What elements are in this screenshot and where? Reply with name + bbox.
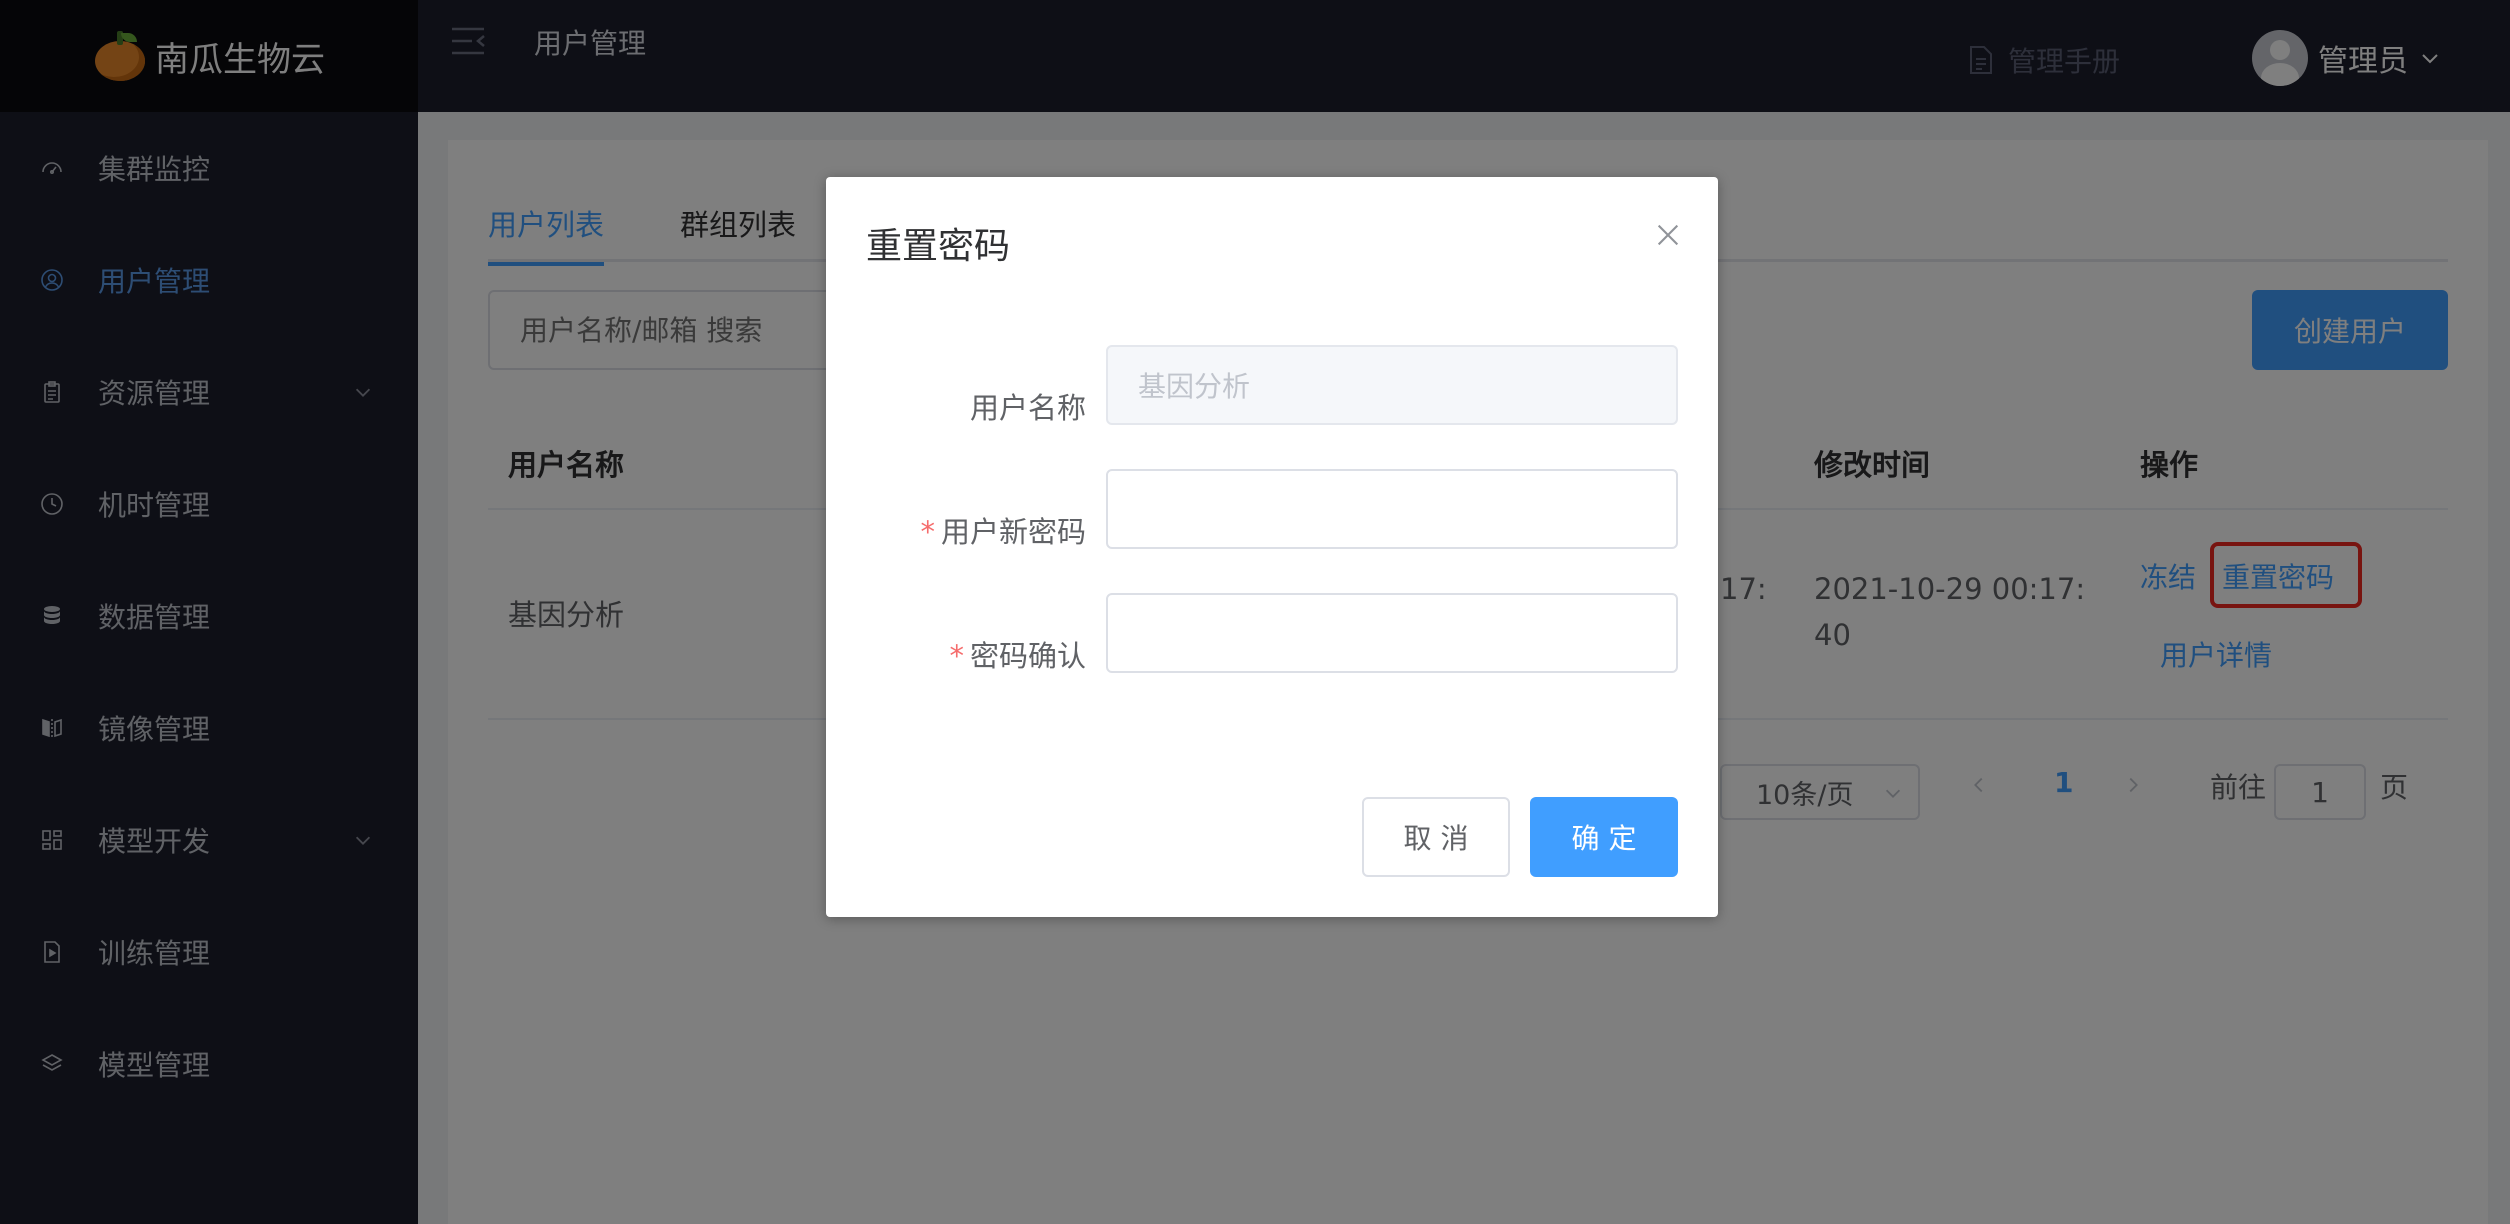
reset-password-dialog: 重置密码 用户名称 *用户新密码 *密码确认 取 消 确 定 <box>826 177 1718 917</box>
confirm-password-label-text: 密码确认 <box>969 639 1086 673</box>
new-password-label-text: 用户新密码 <box>940 515 1086 549</box>
confirm-button[interactable]: 确 定 <box>1530 797 1678 877</box>
new-password-field[interactable] <box>1106 469 1678 549</box>
confirm-password-field[interactable] <box>1106 593 1678 673</box>
new-password-label: * 用户新密码 <box>920 509 1086 551</box>
required-mark: * <box>949 639 964 673</box>
username-label: 用户名称 <box>969 391 1086 425</box>
cancel-button[interactable]: 取 消 <box>1362 797 1510 877</box>
confirm-password-label: * 密码确认 <box>949 633 1086 675</box>
required-mark: * <box>920 515 935 549</box>
close-icon[interactable] <box>1654 221 1682 249</box>
dialog-title: 重置密码 <box>866 226 1011 267</box>
username-field <box>1106 345 1678 425</box>
